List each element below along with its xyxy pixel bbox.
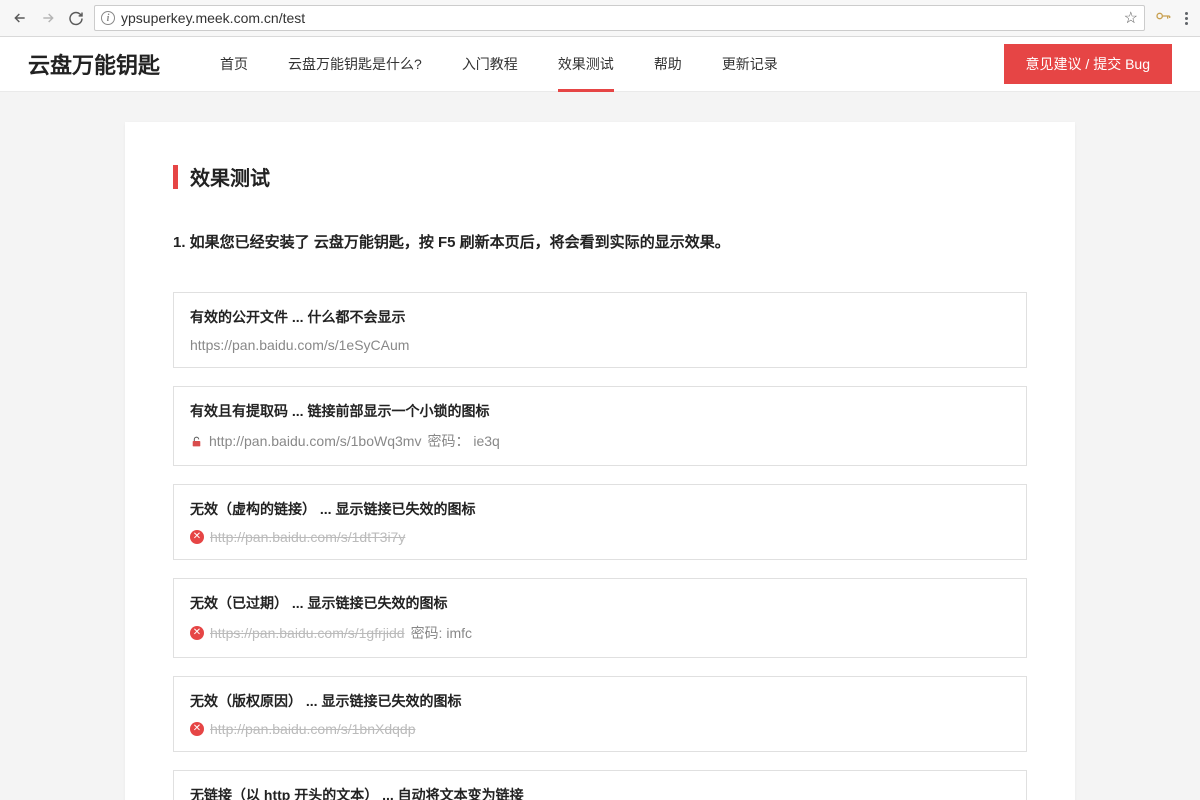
test-case: 无效（虚构的链接） ... 显示链接已失效的图标 ✕ http://pan.baid… — [173, 484, 1027, 560]
test-case: 无效（版权原因） ... 显示链接已失效的图标 ✕ http://pan.baidu… — [173, 676, 1027, 752]
case-title: 有效的公开文件 ... 什么都不会显示 — [190, 307, 1010, 327]
section-title: 效果测试 — [173, 162, 1027, 191]
invalid-icon: ✕ — [190, 626, 204, 640]
browser-menu-icon[interactable] — [1185, 12, 1188, 25]
nav-item[interactable]: 入门教程 — [462, 37, 518, 91]
case-body: ✕ https://pan.baidu.com/s/1gfrjidd 密码: im… — [190, 623, 1010, 643]
test-case: 有效的公开文件 ... 什么都不会显示 https://pan.baidu.com… — [173, 292, 1027, 368]
test-case: 有效且有提取码 ... 链接前部显示一个小锁的图标 http://pan.baid… — [173, 386, 1027, 466]
case-link[interactable]: https://pan.baidu.com/s/1eSyCAum — [190, 337, 409, 353]
case-extra: 密码: imfc — [411, 623, 472, 643]
case-title: 有效且有提取码 ... 链接前部显示一个小锁的图标 — [190, 401, 1010, 421]
case-title: 无效（版权原因） ... 显示链接已失效的图标 — [190, 691, 1010, 711]
nav-item[interactable]: 首页 — [220, 37, 248, 91]
nav-item[interactable]: 帮助 — [654, 37, 682, 91]
content-card: 效果测试 1. 如果您已经安装了 云盘万能钥匙，按 F5 刷新本页后，将会看到实… — [125, 122, 1075, 800]
case-body: https://pan.baidu.com/s/1eSyCAum — [190, 337, 1010, 353]
test-case: 无效（已过期） ... 显示链接已失效的图标 ✕ https://pan.baidu… — [173, 578, 1027, 658]
toolbar-right — [1155, 8, 1194, 28]
site-header: 云盘万能钥匙 首页云盘万能钥匙是什么? 入门教程效果测试帮助更新记录 意见建议 /… — [0, 37, 1200, 92]
test-cases-list: 有效的公开文件 ... 什么都不会显示 https://pan.baidu.com… — [173, 292, 1027, 800]
address-bar[interactable]: i ypsuperkey.meek.com.cn/test ☆ — [94, 5, 1145, 31]
test-case: 无链接（以 http 开头的文本） ... 自动将文本变为链接 — [173, 770, 1027, 800]
nav-item[interactable]: 效果测试 — [558, 37, 614, 91]
page-viewport: 云盘万能钥匙 首页云盘万能钥匙是什么?入门教程效果测试帮助更新记录 意见建议 /… — [0, 37, 1200, 800]
case-title: 无效（已过期） ... 显示链接已失效的图标 — [190, 593, 1010, 613]
main-nav: 首页云盘万能钥匙是什么? 入门教程效果测试帮助更新记录 — [220, 37, 778, 91]
case-link[interactable]: https://pan.baidu.com/s/1gfrjidd — [210, 625, 405, 641]
nav-arrows — [6, 10, 84, 26]
browser-toolbar: i ypsuperkey.meek.com.cn/test ☆ — [0, 0, 1200, 37]
extension-key-icon[interactable] — [1155, 8, 1171, 28]
case-link[interactable]: http://pan.baidu.com/s/1dtT3i7y — [210, 529, 405, 545]
reload-button[interactable] — [68, 10, 84, 26]
case-body: ✕ http://pan.baidu.com/s/1bnXdqdp — [190, 721, 1010, 737]
case-extra: 密码： ie3q — [427, 431, 499, 451]
site-info-icon[interactable]: i — [101, 11, 115, 25]
site-logo[interactable]: 云盘万能钥匙 — [28, 48, 160, 80]
case-body: http://pan.baidu.com/s/1boWq3mv 密码： ie3q — [190, 431, 1010, 451]
intro-text: 1. 如果您已经安装了 云盘万能钥匙，按 F5 刷新本页后，将会看到实际的显示效… — [173, 231, 1027, 252]
nav-item[interactable]: 更新记录 — [722, 37, 778, 91]
nav-item[interactable]: 云盘万能钥匙是什么? — [288, 37, 422, 91]
lock-icon — [190, 435, 203, 448]
back-button[interactable] — [12, 10, 28, 26]
feedback-button[interactable]: 意见建议 / 提交 Bug — [1004, 44, 1172, 84]
url-text: ypsuperkey.meek.com.cn/test — [121, 10, 305, 26]
case-title: 无链接（以 http 开头的文本） ... 自动将文本变为链接 — [190, 785, 1010, 800]
bookmark-star-icon[interactable]: ☆ — [1124, 8, 1138, 28]
section-title-text: 效果测试 — [190, 162, 270, 191]
case-body: ✕ http://pan.baidu.com/s/1dtT3i7y — [190, 529, 1010, 545]
case-title: 无效（虚构的链接） ... 显示链接已失效的图标 — [190, 499, 1010, 519]
invalid-icon: ✕ — [190, 530, 204, 544]
forward-button[interactable] — [40, 10, 56, 26]
case-link[interactable]: http://pan.baidu.com/s/1bnXdqdp — [210, 721, 415, 737]
invalid-icon: ✕ — [190, 722, 204, 736]
case-link[interactable]: http://pan.baidu.com/s/1boWq3mv — [209, 433, 421, 449]
